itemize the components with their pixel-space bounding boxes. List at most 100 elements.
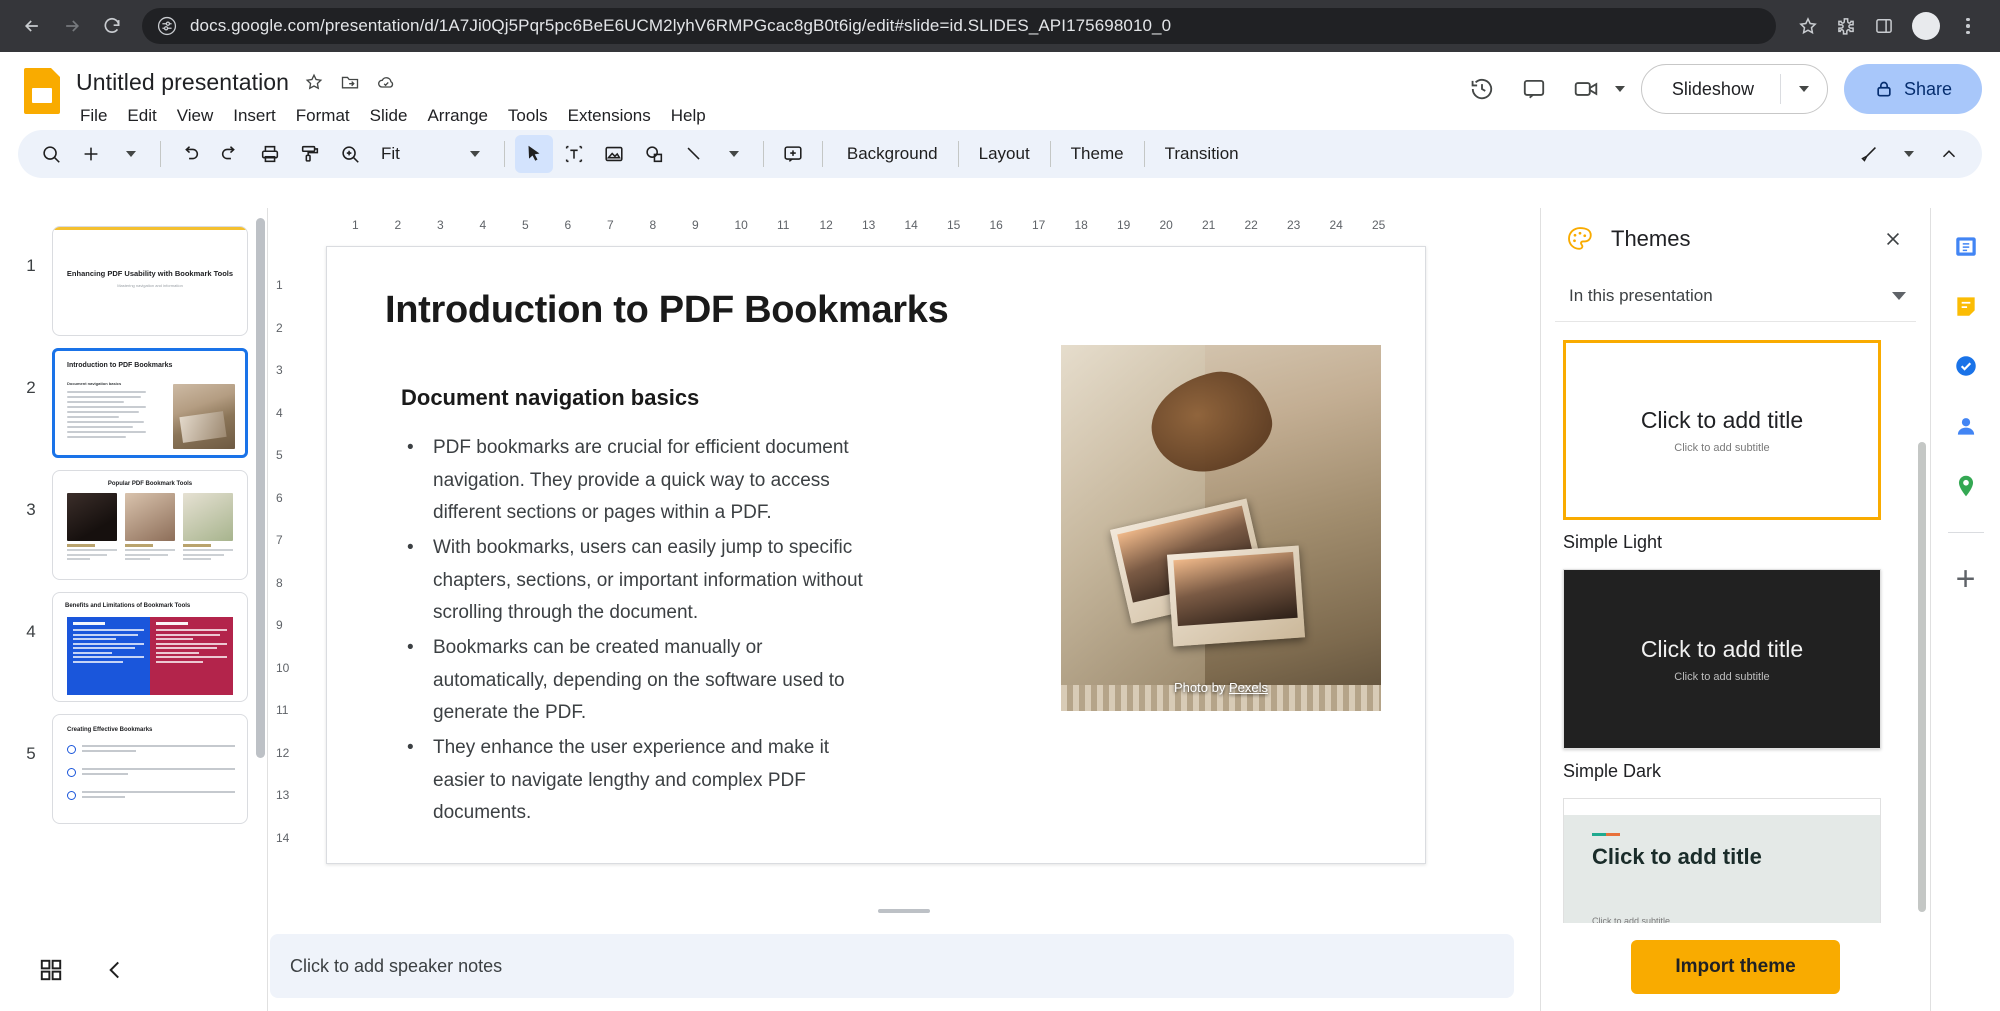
speaker-notes-input[interactable]: Click to add speaker notes [270, 934, 1514, 998]
photo-credit-link[interactable]: Pexels [1229, 680, 1268, 695]
zoom-dropdown[interactable] [456, 135, 494, 173]
collapse-toolbar-button[interactable] [1930, 135, 1968, 173]
extensions-button[interactable] [1828, 8, 1864, 44]
menu-view[interactable]: View [167, 103, 224, 129]
layout-button[interactable]: Layout [965, 135, 1044, 173]
themes-panel-header: Themes [1541, 208, 1930, 270]
list-item[interactable]: 5 Creating Effective Bookmarks [0, 708, 267, 830]
list-item[interactable]: 4 Benefits and Limitations of Bookmark T… [0, 586, 267, 708]
laser-pointer-button[interactable] [1850, 135, 1888, 173]
star-icon[interactable] [303, 71, 325, 93]
add-apps-icon[interactable]: + [1946, 559, 1986, 599]
redo-button[interactable] [211, 135, 249, 173]
menu-slide[interactable]: Slide [360, 103, 418, 129]
bookmark-button[interactable] [1790, 8, 1826, 44]
menu-help[interactable]: Help [661, 103, 716, 129]
menu-edit[interactable]: Edit [117, 103, 166, 129]
back-button[interactable] [14, 8, 50, 44]
search-button[interactable] [32, 135, 70, 173]
tasks-icon[interactable] [1946, 346, 1986, 386]
slide-thumbnail-1[interactable]: Enhancing PDF Usability with Bookmark To… [52, 226, 248, 336]
browser-menu-button[interactable] [1950, 8, 1986, 44]
line-dropdown[interactable] [715, 135, 753, 173]
meet-dropdown-caret-icon[interactable] [1615, 86, 1625, 92]
notes-resize-handle[interactable] [878, 909, 930, 913]
theme-card-simple-dark[interactable]: Click to add title Click to add subtitle… [1563, 569, 1908, 782]
insert-line-button[interactable] [675, 135, 713, 173]
slide-title-text[interactable]: Introduction to PDF Bookmarks [385, 289, 948, 332]
version-history-button[interactable] [1459, 66, 1505, 112]
text-box-button[interactable] [555, 135, 593, 173]
theme-preview[interactable]: Click to add title Click to add subtitle [1563, 798, 1881, 923]
slide-subhead-text[interactable]: Document navigation basics [401, 385, 699, 411]
slide-bullet-list[interactable]: PDF bookmarks are crucial for efficient … [401, 432, 871, 832]
slideshow-button[interactable]: Slideshow [1642, 65, 1780, 113]
theme-title-placeholder: Click to add title [1641, 636, 1803, 663]
profile-avatar-icon[interactable] [1912, 12, 1940, 40]
menu-insert[interactable]: Insert [223, 103, 286, 129]
undo-button[interactable] [171, 135, 209, 173]
select-tool-button[interactable] [515, 135, 553, 173]
maps-icon[interactable] [1946, 466, 1986, 506]
cursor-select-icon [523, 143, 545, 165]
address-bar[interactable]: docs.google.com/presentation/d/1A7Ji0Qj5… [142, 8, 1776, 44]
new-slide-dropdown[interactable] [112, 135, 150, 173]
list-item[interactable]: 3 Popular PDF Bookmark Tools [0, 464, 267, 586]
insert-shape-button[interactable] [635, 135, 673, 173]
background-button[interactable]: Background [833, 135, 952, 173]
themes-scrollbar[interactable] [1918, 442, 1926, 912]
menu-extensions[interactable]: Extensions [558, 103, 661, 129]
search-icon [40, 143, 62, 165]
theme-preview[interactable]: Click to add title Click to add subtitle [1563, 569, 1881, 749]
comment-button[interactable] [1511, 66, 1557, 112]
theme-preview[interactable]: Click to add title Click to add subtitle [1563, 340, 1881, 520]
filmstrip-scrollbar[interactable] [256, 218, 265, 758]
slide-thumbnail-2[interactable]: Introduction to PDF Bookmarks Document n… [52, 348, 248, 458]
filmstrip-scroll-region[interactable]: 1 Enhancing PDF Usability with Bookmark … [0, 208, 267, 933]
slide-image[interactable]: Photo by Pexels [1061, 345, 1381, 711]
pen-dropdown[interactable] [1890, 135, 1928, 173]
current-slide[interactable]: Introduction to PDF Bookmarks Document n… [326, 246, 1426, 864]
menu-arrange[interactable]: Arrange [417, 103, 497, 129]
ruler-tick: 13 [276, 788, 289, 802]
calendar-icon[interactable] [1946, 226, 1986, 266]
theme-scope-selector[interactable]: In this presentation [1555, 270, 1916, 322]
theme-card-third[interactable]: Click to add title Click to add subtitle [1563, 798, 1908, 923]
saved-to-drive-icon[interactable] [375, 71, 397, 93]
menu-file[interactable]: File [70, 103, 117, 129]
keep-notes-icon[interactable] [1946, 286, 1986, 326]
add-comment-button[interactable] [774, 135, 812, 173]
site-settings-icon[interactable] [156, 15, 178, 37]
close-themes-panel-button[interactable] [1876, 222, 1910, 256]
grid-view-button[interactable] [38, 957, 64, 988]
paint-format-button[interactable] [291, 135, 329, 173]
insert-image-button[interactable] [595, 135, 633, 173]
themes-list[interactable]: Click to add title Click to add subtitle… [1541, 322, 1930, 923]
import-theme-button[interactable]: Import theme [1631, 940, 1839, 994]
list-item[interactable]: 2 Introduction to PDF Bookmarks Document… [0, 342, 267, 464]
slideshow-dropdown-button[interactable] [1781, 65, 1827, 113]
theme-button[interactable]: Theme [1057, 135, 1138, 173]
reload-button[interactable] [94, 8, 130, 44]
theme-card-simple-light[interactable]: Click to add title Click to add subtitle… [1563, 340, 1908, 553]
slide-canvas-area: 1234567891011121314151617181920212223242… [268, 208, 1540, 1011]
move-to-folder-icon[interactable] [339, 71, 361, 93]
present-to-meeting-button[interactable] [1563, 66, 1609, 112]
zoom-button[interactable] [331, 135, 369, 173]
slide-thumbnail-5[interactable]: Creating Effective Bookmarks [52, 714, 248, 824]
print-button[interactable] [251, 135, 289, 173]
document-title[interactable]: Untitled presentation [76, 69, 289, 96]
transition-button[interactable]: Transition [1151, 135, 1253, 173]
new-slide-button[interactable] [72, 135, 110, 173]
side-panel-button[interactable] [1866, 8, 1902, 44]
slide-thumbnail-4[interactable]: Benefits and Limitations of Bookmark Too… [52, 592, 248, 702]
menu-format[interactable]: Format [286, 103, 360, 129]
slide-thumbnail-3[interactable]: Popular PDF Bookmark Tools [52, 470, 248, 580]
list-item[interactable]: 1 Enhancing PDF Usability with Bookmark … [0, 220, 267, 342]
share-button[interactable]: Share [1844, 64, 1982, 114]
collapse-filmstrip-button[interactable] [102, 957, 128, 988]
forward-button[interactable] [54, 8, 90, 44]
zoom-level-label[interactable]: Fit [371, 144, 410, 164]
menu-tools[interactable]: Tools [498, 103, 558, 129]
contacts-icon[interactable] [1946, 406, 1986, 446]
